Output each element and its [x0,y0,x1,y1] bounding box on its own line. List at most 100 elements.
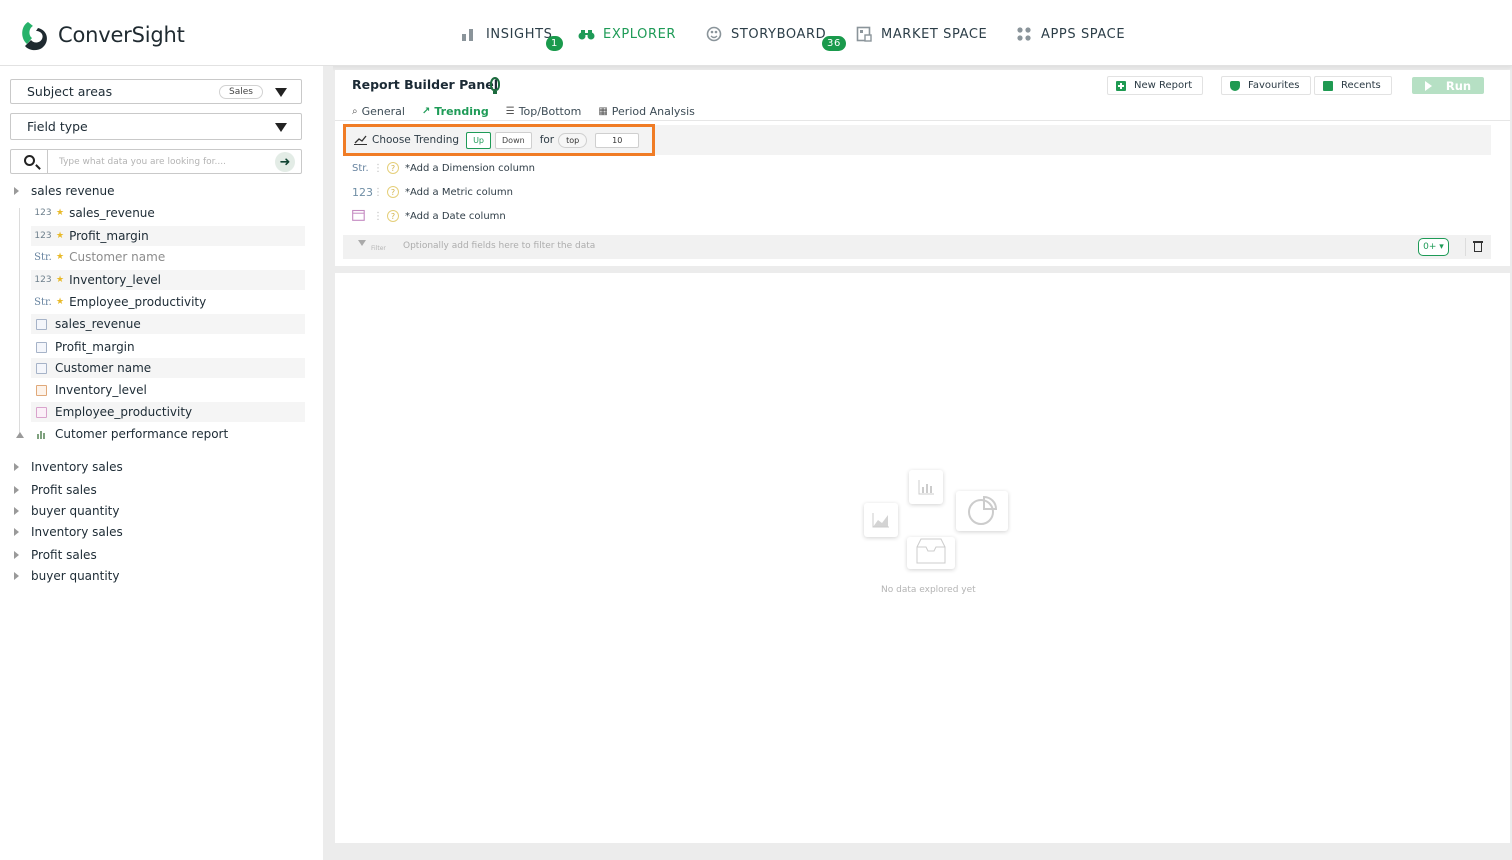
nav-apps-space-label: APPS SPACE [1041,26,1126,42]
run-label: Run [1445,78,1472,93]
field-type-tag: Str. [34,251,52,263]
trend-up-toggle[interactable]: Up [466,131,492,149]
favourites-button[interactable]: Favourites [1221,76,1311,95]
search-input[interactable] [59,154,269,170]
field-label: Inventory_level [69,273,161,287]
run-button[interactable]: Run [1412,77,1484,94]
report-item[interactable]: sales_revenue [31,314,305,334]
nav-explorer[interactable]: EXPLORER [578,24,676,44]
report-item[interactable]: Employee_productivity [31,402,305,422]
tree-group[interactable]: Profit sales [14,545,97,565]
dimension-column-slot[interactable]: Str. ⋮ ? *Add a Dimension column [352,160,535,176]
subject-areas-label: Subject areas [27,84,113,99]
trash-icon[interactable] [1465,238,1491,256]
trend-line-icon [354,135,367,145]
metric-column-label: *Add a Metric column [405,186,513,198]
new-report-button[interactable]: New Report [1107,76,1204,95]
report-item[interactable]: Profit_margin [31,337,305,357]
drag-handle-icon[interactable]: ⋮ [373,187,383,198]
trend-count-input[interactable]: 10 [595,132,640,148]
question-icon[interactable]: ? [387,162,399,174]
trend-down-toggle[interactable]: Down [495,131,532,149]
filter-dropzone[interactable]: Filter Optionally add fields here to fil… [343,235,1491,259]
nav-market-space[interactable]: MARKET SPACE [856,24,987,44]
star-icon[interactable]: ★ [56,231,64,241]
filter-icon [358,240,366,246]
app-name: ConverSight [58,23,185,47]
field-item[interactable]: 123 ★ Profit_margin [31,226,305,246]
drag-handle-icon[interactable]: ⋮ [373,211,383,222]
field-search: ➜ [10,149,302,174]
chevron-down-icon[interactable] [275,123,287,132]
expand-triangle-icon[interactable] [14,486,19,494]
tab-label: Top/Bottom [518,104,582,118]
nav-insights[interactable]: INSIGHTS 1 [461,24,563,51]
tree-group[interactable]: buyer quantity [14,566,119,586]
clock-icon [1323,80,1333,91]
expand-triangle-icon[interactable] [14,551,19,559]
field-item[interactable]: Str. ★ Employee_productivity [31,292,305,312]
star-icon[interactable]: ★ [56,208,64,218]
nav-storyboard[interactable]: STORYBOARD 36 [706,24,846,51]
conversight-logo[interactable]: ConverSight [18,18,185,52]
expand-triangle-icon[interactable] [14,572,19,580]
top-navigation-bar: ConverSight INSIGHTS 1 EXPLORER STORYBOA… [0,0,1512,66]
report-label: Customer name [55,361,152,375]
sidebar-divider[interactable] [323,66,333,860]
question-icon[interactable]: ? [387,210,399,222]
inbox-icon [907,537,955,569]
field-label: Profit_margin [69,229,149,243]
tree-group[interactable]: Inventory sales [14,457,123,477]
filter-count-dropdown[interactable]: 0+ ▾ [1418,238,1449,256]
date-column-slot[interactable]: ⋮ ? *Add a Date column [352,208,506,224]
star-icon[interactable]: ★ [56,275,64,285]
drag-handle-icon[interactable]: ⋮ [373,163,383,174]
report-item[interactable]: Customer name [31,358,305,378]
expand-triangle-icon[interactable] [14,463,19,471]
report-item[interactable]: Inventory_level [31,380,305,400]
insights-count-badge: 1 [546,36,563,51]
field-item[interactable]: 123 ★ sales_revenue [31,203,305,223]
metric-column-slot[interactable]: 123 ⋮ ? *Add a Metric column [352,184,513,200]
nav-apps-space[interactable]: APPS SPACE [1016,24,1125,44]
question-icon[interactable]: ? [387,186,399,198]
tab-trending[interactable]: ↗ Trending [422,103,489,119]
tab-top-bottom[interactable]: ☰ Top/Bottom [506,103,582,119]
tree-group[interactable]: Inventory sales [14,522,123,542]
search-icon [24,155,35,166]
expand-triangle-icon[interactable] [14,528,19,536]
tree-group-label: buyer quantity [31,504,120,518]
market-icon [856,26,872,42]
arrow-right-icon[interactable]: ➜ [275,152,295,172]
tabs-divider [335,120,1510,121]
expand-triangle-icon[interactable] [14,187,19,195]
tree-group[interactable]: buyer quantity [14,501,119,521]
star-icon[interactable]: ★ [56,252,64,262]
trending-controls: Choose Trending Up Down for top 10 [354,130,640,150]
expand-triangle-icon[interactable] [14,507,19,515]
chevron-down-icon[interactable] [275,88,287,97]
tab-general[interactable]: ⌕ General [352,103,405,119]
collapse-triangle-icon[interactable] [16,432,24,438]
calendar-icon [352,209,370,224]
tree-group-sales-revenue[interactable]: sales revenue [14,181,115,201]
panel-title: Report Builder Panel [352,77,498,92]
report-item[interactable]: Cutomer performance report [31,424,305,444]
tab-period-analysis[interactable]: ▦ Period Analysis [598,103,695,119]
recents-button[interactable]: Recents [1314,76,1392,95]
conversight-logo-icon [18,18,52,52]
choose-trending-label: Choose Trending [372,134,460,146]
lightbulb-icon[interactable] [490,77,500,94]
field-type-select[interactable]: Field type [10,113,302,140]
subject-areas-select[interactable]: Subject areas Sales [10,79,302,104]
bar-chart-icon [461,26,477,42]
tree-group[interactable]: Profit sales [14,480,97,500]
binoculars-icon [578,26,595,42]
star-icon[interactable]: ★ [56,297,64,307]
search-divider [47,150,48,173]
plus-icon [1116,80,1126,91]
field-item[interactable]: Str. ★ Customer name [31,247,305,267]
filter-placeholder: Optionally add fields here to filter the… [403,241,596,251]
field-item[interactable]: 123 ★ Inventory_level [31,270,305,290]
top-bottom-select[interactable]: top [558,132,588,148]
